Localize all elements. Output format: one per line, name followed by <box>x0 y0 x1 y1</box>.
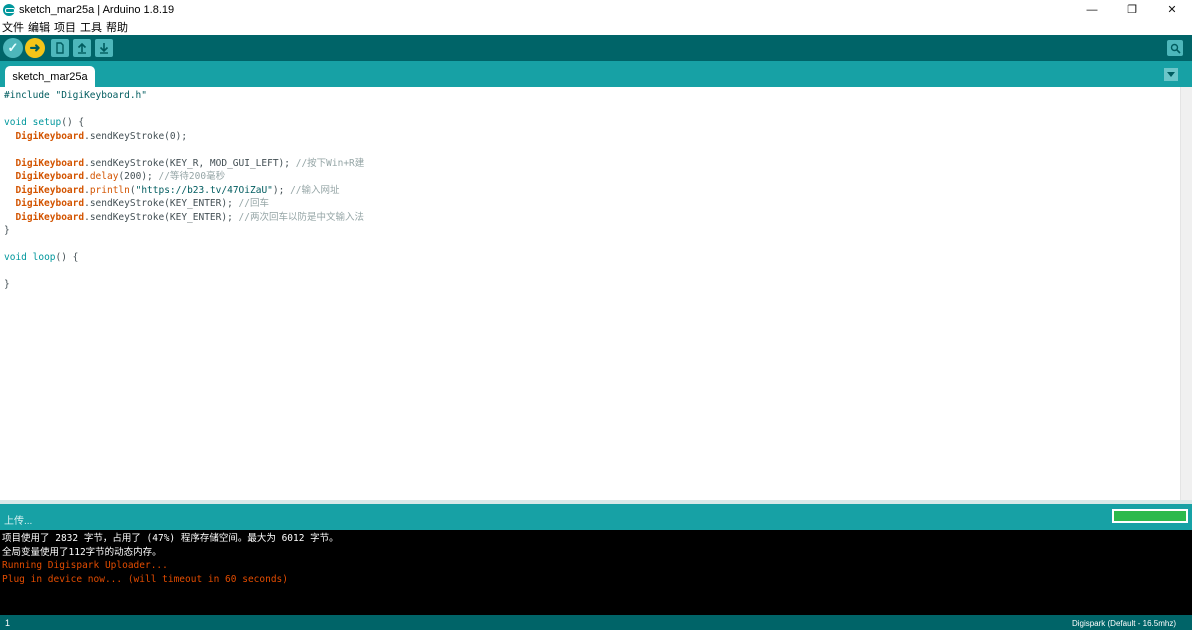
code-line: DigiKeyboard.delay(200); //等待200毫秒 <box>15 171 226 182</box>
code-line: DigiKeyboard.sendKeyStroke(KEY_ENTER); /… <box>15 211 364 223</box>
close-button[interactable]: ✕ <box>1152 0 1192 19</box>
code-line: } <box>4 279 10 290</box>
menu-sketch[interactable]: 项目 <box>54 19 76 35</box>
board-label: Digispark (Default - 16.5mhz) <box>1071 619 1176 628</box>
save-icon <box>99 43 109 54</box>
code-line: void setup() { <box>4 117 85 128</box>
new-icon <box>56 42 64 54</box>
code-line: } <box>4 225 10 236</box>
console-line: 项目使用了 2832 字节，占用了 (47%) 程序存储空间。最大为 6012 … <box>2 533 339 544</box>
editor-scrollbar[interactable] <box>1180 87 1192 500</box>
menu-file[interactable]: 文件 <box>2 19 24 35</box>
upload-progress-bar <box>1112 509 1188 523</box>
menu-tools[interactable]: 工具 <box>80 19 102 35</box>
code-line: DigiKeyboard.println("https://b23.tv/47O… <box>15 184 340 196</box>
console-line: 全局变量使用了112字节的动态内存。 <box>2 546 162 558</box>
minimize-button[interactable]: — <box>1072 0 1112 19</box>
upload-button[interactable]: ➜ <box>25 38 45 58</box>
console-output[interactable]: 项目使用了 2832 字节，占用了 (47%) 程序存储空间。最大为 6012 … <box>0 530 1192 615</box>
menu-bar: 文件 编辑 项目 工具 帮助 <box>0 19 1192 35</box>
save-button[interactable] <box>95 39 113 57</box>
tab-menu-chevron-down-icon[interactable] <box>1164 68 1178 81</box>
status-bar: 上传... <box>0 504 1192 530</box>
arduino-logo-icon <box>3 3 15 16</box>
code-line: DigiKeyboard.sendKeyStroke(KEY_R, MOD_GU… <box>15 157 365 169</box>
title-bar: sketch_mar25a | Arduino 1.8.19 — ❐ ✕ <box>0 0 1192 19</box>
tab-bar: sketch_mar25a <box>0 61 1192 88</box>
code-line: DigiKeyboard.sendKeyStroke(0); <box>15 130 188 142</box>
verify-button[interactable]: ✓ <box>3 38 23 58</box>
code-editor[interactable]: #include "DigiKeyboard.h" void setup() {… <box>0 87 1180 500</box>
code-line: void loop() { <box>4 252 79 263</box>
upload-progress-fill <box>1114 511 1186 521</box>
maximize-button[interactable]: ❐ <box>1112 0 1152 19</box>
window-controls: — ❐ ✕ <box>1072 0 1192 19</box>
code-line: #include "DigiKeyboard.h" <box>4 90 147 101</box>
verify-icon: ✓ <box>7 40 19 55</box>
open-icon <box>77 42 87 54</box>
toolbar: ✓ ➜ <box>0 35 1192 61</box>
upload-icon: ➜ <box>29 40 41 55</box>
console-line: Plug in device now... (will timeout in 6… <box>2 574 288 586</box>
console-line: Running Digispark Uploader... <box>2 560 168 572</box>
line-number: 1 <box>5 618 11 628</box>
open-button[interactable] <box>73 39 91 57</box>
serial-monitor-button[interactable] <box>1167 40 1183 56</box>
menu-edit[interactable]: 编辑 <box>28 19 50 35</box>
status-message: 上传... <box>4 516 33 527</box>
tab-sketch[interactable]: sketch_mar25a <box>5 66 95 88</box>
menu-help[interactable]: 帮助 <box>106 19 128 35</box>
new-button[interactable] <box>51 39 69 57</box>
footer-bar: 1 Digispark (Default - 16.5mhz) <box>0 615 1192 630</box>
window-title: sketch_mar25a | Arduino 1.8.19 <box>19 3 175 16</box>
serial-monitor-icon <box>1170 43 1181 54</box>
code-line: DigiKeyboard.sendKeyStroke(KEY_ENTER); /… <box>15 198 269 209</box>
